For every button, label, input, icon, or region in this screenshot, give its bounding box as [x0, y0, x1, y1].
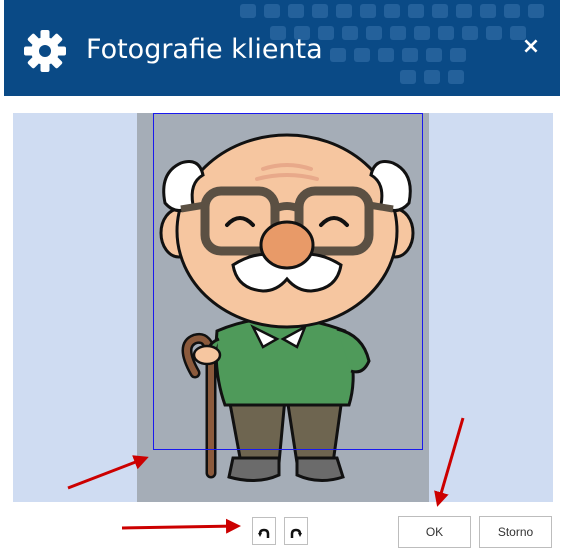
rotate-left-button[interactable] — [252, 517, 276, 545]
ok-button[interactable]: OK — [398, 516, 471, 548]
client-photo — [137, 113, 429, 502]
cancel-button[interactable]: Storno — [479, 516, 552, 548]
close-button[interactable]: × — [520, 36, 542, 58]
gear-icon — [22, 28, 68, 74]
rotate-right-button[interactable] — [284, 517, 308, 545]
dialog-title: Fotografie klienta — [86, 34, 323, 65]
arrow-to-rotate-buttons — [121, 518, 241, 534]
photo-editor — [13, 113, 553, 502]
rotate-right-icon — [290, 528, 302, 538]
crop-frame[interactable] — [153, 113, 423, 450]
dialog-header: Fotografie klienta × — [4, 0, 560, 96]
rotate-left-icon — [258, 528, 270, 538]
